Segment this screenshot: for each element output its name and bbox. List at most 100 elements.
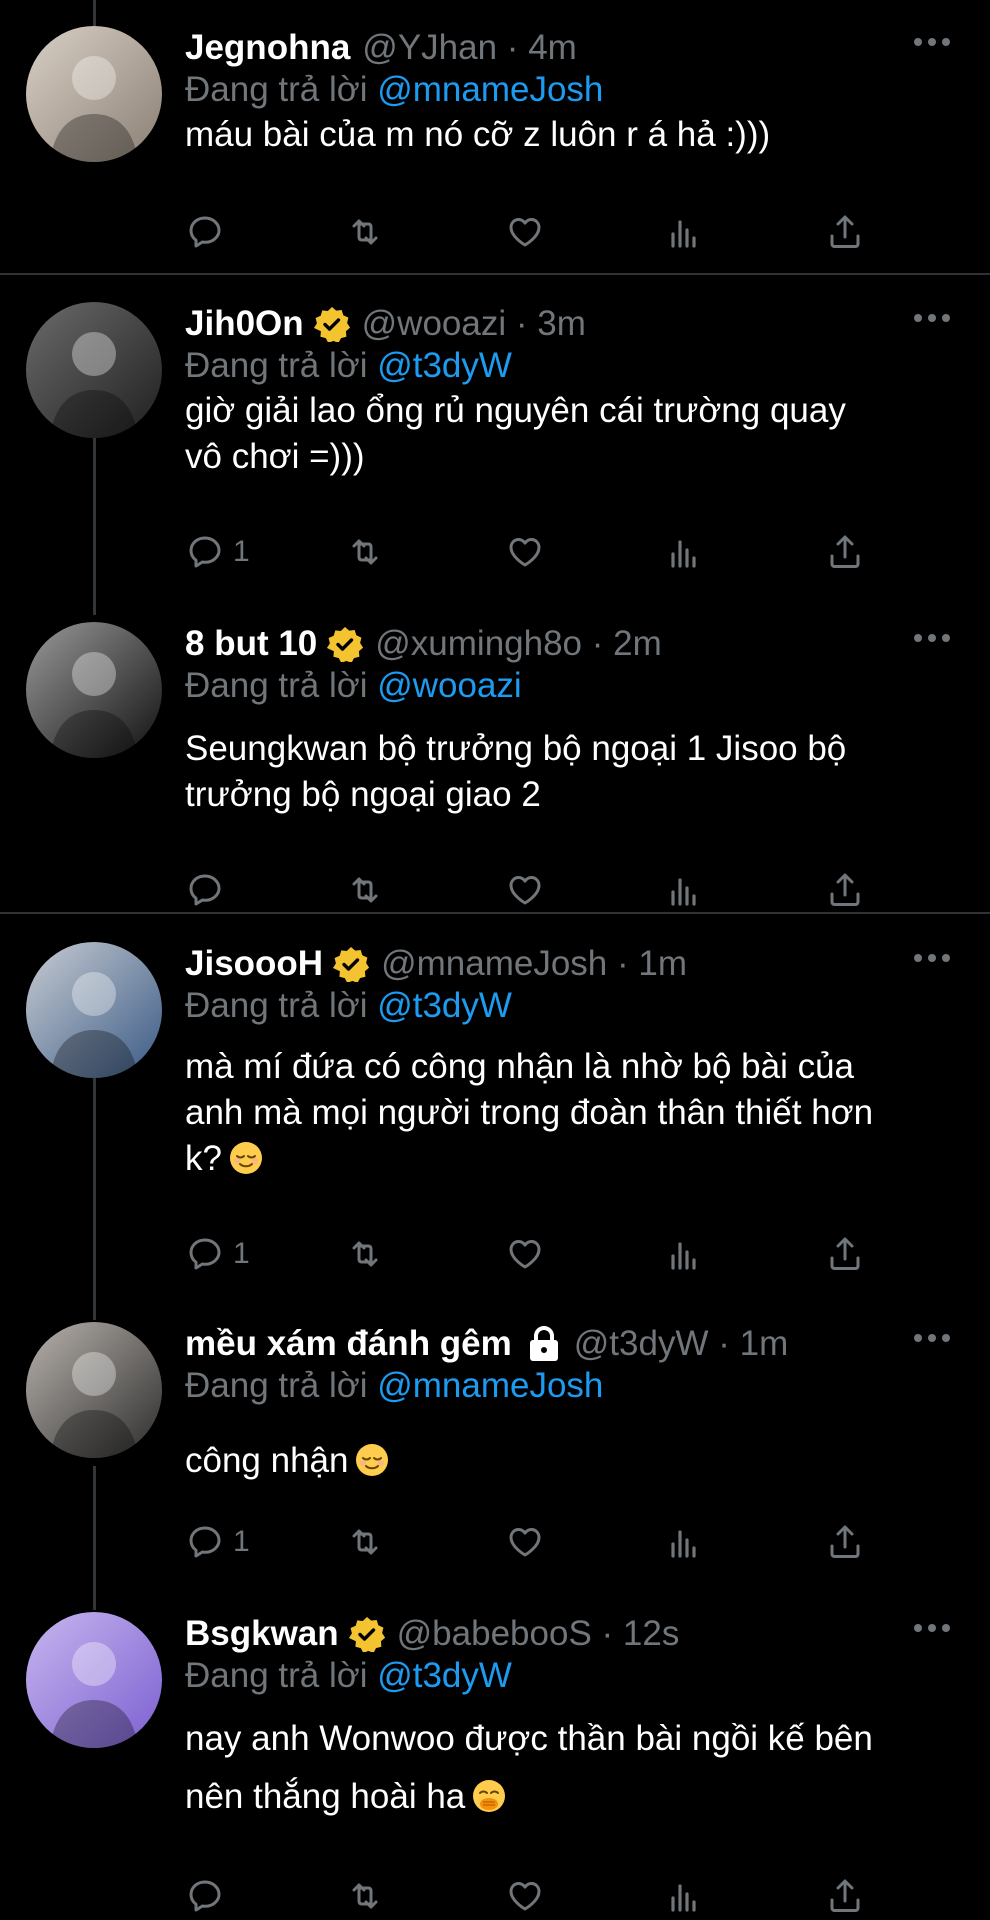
reply-mention[interactable]: @wooazi <box>377 666 521 705</box>
reply-mention[interactable]: @mnameJosh <box>377 1366 603 1405</box>
share-button[interactable] <box>825 1232 865 1276</box>
thread-line <box>93 0 96 26</box>
more-options-icon[interactable] <box>912 1618 952 1638</box>
avatar[interactable] <box>26 26 162 162</box>
avatar[interactable] <box>26 622 162 758</box>
like-icon <box>509 1240 541 1269</box>
display-name[interactable]: 8 but 10 <box>185 624 317 664</box>
reply-button[interactable] <box>185 1874 225 1918</box>
more-options-icon[interactable] <box>912 1328 952 1348</box>
timestamp[interactable]: 1m <box>638 944 687 983</box>
reply-mention[interactable]: @t3dyW <box>377 1656 512 1695</box>
timestamp[interactable]: 3m <box>537 304 586 343</box>
action-bar: 1 <box>185 1232 885 1276</box>
views-button[interactable] <box>665 530 705 574</box>
views-button[interactable] <box>665 1232 705 1276</box>
tweet[interactable]: JisoooH @mnameJosh · 1m Đang trả lời @t3… <box>0 942 990 1272</box>
tweet[interactable]: mều xám đánh gêm @t3dyW · 1m Đang trả lờ… <box>0 1322 990 1562</box>
avatar[interactable] <box>26 302 162 438</box>
tweet-header: 8 but 10 @xumingh8o · 2m <box>185 622 662 666</box>
reply-count: 1 <box>233 1525 250 1558</box>
display-name[interactable]: mều xám đánh gêm <box>185 1324 512 1364</box>
retweet-button[interactable] <box>345 1874 385 1918</box>
action-bar: 1 <box>185 1520 885 1564</box>
handle[interactable]: @babebooS <box>397 1614 592 1653</box>
reply-context: Đang trả lời @mnameJosh <box>185 1366 603 1406</box>
like-button[interactable] <box>505 530 545 574</box>
retweet-button[interactable] <box>345 530 385 574</box>
handle[interactable]: @xumingh8o <box>375 624 582 663</box>
timestamp[interactable]: 4m <box>528 28 577 67</box>
reply-button[interactable] <box>185 210 225 254</box>
display-name[interactable]: JisoooH <box>185 944 323 984</box>
like-button[interactable] <box>505 1232 545 1276</box>
tweet-meta: @YJhan · 4m <box>362 28 577 67</box>
tweet[interactable]: Jih0On @wooazi · 3m Đang trả lời @t3dyW … <box>0 302 990 587</box>
handle[interactable]: @wooazi <box>362 304 506 343</box>
views-button[interactable] <box>665 1520 705 1564</box>
share-button[interactable] <box>825 1520 865 1564</box>
like-button[interactable] <box>505 210 545 254</box>
tweet-text: công nhận <box>185 1438 960 1484</box>
reply-context: Đang trả lời @t3dyW <box>185 986 512 1026</box>
display-name[interactable]: Bsgkwan <box>185 1614 339 1654</box>
like-button[interactable] <box>505 1874 545 1918</box>
share-button[interactable] <box>825 868 865 912</box>
share-button[interactable] <box>825 210 865 254</box>
reply-button[interactable] <box>185 868 225 912</box>
more-options-icon[interactable] <box>912 948 952 968</box>
reply-icon <box>189 1880 221 1912</box>
retweet-button[interactable] <box>345 1232 385 1276</box>
views-icon <box>671 1530 696 1558</box>
timestamp[interactable]: 2m <box>613 624 662 663</box>
views-button[interactable] <box>665 868 705 912</box>
retweet-button[interactable] <box>345 868 385 912</box>
tweet-text-line: công nhận <box>185 1438 960 1484</box>
like-button[interactable] <box>505 868 545 912</box>
tweet[interactable]: Jegnohna @YJhan · 4m Đang trả lời @mname… <box>0 26 990 256</box>
reply-count: 1 <box>233 535 250 568</box>
reply-button[interactable]: 1 <box>185 530 250 574</box>
reply-prefix: Đang trả lời <box>185 346 368 385</box>
display-name[interactable]: Jih0On <box>185 304 304 344</box>
tweet-header: Jih0On @wooazi · 3m <box>185 302 586 346</box>
timestamp[interactable]: 1m <box>740 1324 789 1363</box>
views-button[interactable] <box>665 210 705 254</box>
tweet-text-fragment: k? <box>185 1139 222 1178</box>
tweet-text: nay anh Wonwoo được thần bài ngồi kế bên… <box>185 1716 960 1820</box>
share-button[interactable] <box>825 530 865 574</box>
tweet-text: máu bài của m nó cỡ z luôn r á hả :))) <box>185 112 960 158</box>
handle[interactable]: @mnameJosh <box>381 944 607 983</box>
share-button[interactable] <box>825 1874 865 1918</box>
display-name[interactable]: Jegnohna <box>185 28 350 68</box>
like-icon <box>509 876 541 905</box>
more-options-icon[interactable] <box>912 628 952 648</box>
avatar[interactable] <box>26 942 162 1078</box>
views-icon <box>671 540 696 568</box>
views-icon <box>671 220 696 248</box>
tweet-text-fragment: nên thắng hoài ha <box>185 1777 466 1816</box>
reply-mention[interactable]: @t3dyW <box>377 346 512 385</box>
like-button[interactable] <box>505 1520 545 1564</box>
reply-mention[interactable]: @t3dyW <box>377 986 512 1025</box>
reply-button[interactable]: 1 <box>185 1232 250 1276</box>
share-icon <box>830 1237 860 1270</box>
tweet[interactable]: 8 but 10 @xumingh8o · 2m Đang trả lời @w… <box>0 622 990 907</box>
reply-button[interactable]: 1 <box>185 1520 250 1564</box>
more-options-icon[interactable] <box>912 308 952 328</box>
timestamp[interactable]: 12s <box>623 1614 679 1653</box>
more-options-icon[interactable] <box>912 32 952 52</box>
retweet-button[interactable] <box>345 210 385 254</box>
retweet-button[interactable] <box>345 1520 385 1564</box>
views-button[interactable] <box>665 1874 705 1918</box>
avatar[interactable] <box>26 1322 162 1458</box>
handle[interactable]: @YJhan <box>362 28 497 67</box>
like-icon <box>509 1882 541 1911</box>
retweet-icon <box>352 1529 378 1555</box>
tweet[interactable]: Bsgkwan @babebooS · 12s Đang trả lời @t3… <box>0 1612 990 1912</box>
avatar[interactable] <box>26 1612 162 1748</box>
reply-mention[interactable]: @mnameJosh <box>377 70 603 109</box>
tweet-text-fragment: công nhận <box>185 1441 349 1480</box>
handle[interactable]: @t3dyW <box>574 1324 709 1363</box>
tweet-text: mà mí đứa có công nhận là nhờ bộ bài của… <box>185 1044 960 1182</box>
